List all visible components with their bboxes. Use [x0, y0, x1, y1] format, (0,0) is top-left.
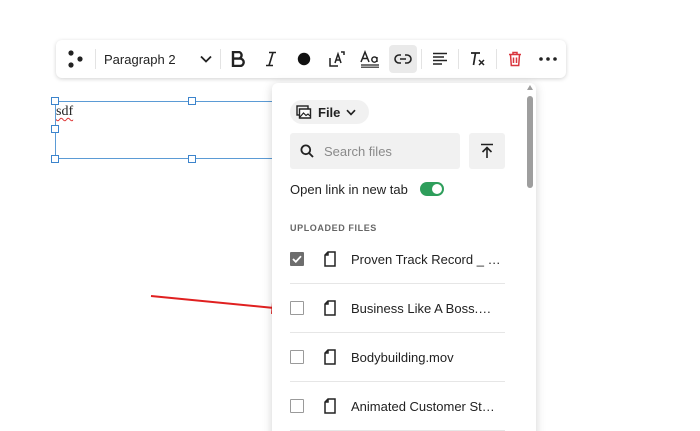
toolbar-divider: [220, 49, 221, 69]
clear-format-button[interactable]: [464, 45, 492, 73]
file-name: Business Like A Boss.mov: [351, 300, 501, 316]
file-name: Bodybuilding.mov: [351, 349, 454, 365]
toolbar-divider: [496, 49, 497, 69]
image-file-icon: [296, 105, 312, 119]
scrollbar-thumb[interactable]: [527, 96, 533, 188]
scroll-up-arrow-icon[interactable]: [527, 85, 533, 90]
search-input[interactable]: [324, 143, 444, 159]
uploaded-files-heading: UPLOADED FILES: [290, 223, 377, 233]
file-row[interactable]: Business Like A Boss.mov: [290, 284, 505, 333]
resize-handle[interactable]: [188, 155, 196, 163]
delete-button[interactable]: [501, 45, 529, 73]
panel-scrollbar[interactable]: [526, 85, 534, 425]
resize-handle[interactable]: [51, 155, 59, 163]
link-button[interactable]: [389, 45, 417, 73]
text-style-icon: [360, 50, 379, 68]
link-panel: File Open link in new tab UPLOADED FILES: [272, 83, 536, 431]
align-button[interactable]: [426, 45, 454, 73]
clear-format-icon: [471, 52, 485, 66]
document-icon: [324, 251, 336, 267]
link-icon: [394, 54, 412, 64]
align-icon: [433, 52, 447, 65]
ellipsis-icon: [539, 57, 557, 61]
paragraph-style-select[interactable]: Paragraph 2: [100, 45, 216, 73]
open-new-tab-label: Open link in new tab: [290, 181, 408, 197]
toolbar-divider: [95, 49, 96, 69]
file-checkbox[interactable]: [290, 301, 304, 315]
file-row[interactable]: Animated Customer Stori...: [290, 382, 505, 431]
file-row[interactable]: Bodybuilding.mov: [290, 333, 505, 382]
italic-icon: [266, 51, 276, 67]
document-icon: [324, 300, 336, 316]
file-name: Proven Track Record _ Si...: [351, 251, 501, 267]
bold-button[interactable]: [224, 45, 252, 73]
file-row[interactable]: Proven Track Record _ Si...: [290, 235, 505, 284]
more-dots-icon: [68, 50, 83, 68]
document-icon: [324, 349, 336, 365]
link-type-label: File: [318, 104, 341, 120]
text-size-icon: [329, 51, 345, 67]
italic-button[interactable]: [257, 45, 285, 73]
annotation-arrow-icon: [150, 295, 289, 314]
chevron-down-icon: [200, 55, 212, 63]
toolbar-divider: [458, 49, 459, 69]
upload-button[interactable]: [469, 133, 505, 169]
open-new-tab-row: Open link in new tab: [290, 180, 444, 198]
block-menu-button[interactable]: [62, 45, 90, 73]
chevron-down-icon: [346, 109, 357, 116]
document-icon: [324, 398, 336, 414]
resize-handle[interactable]: [51, 125, 59, 133]
checkmark-icon: [292, 255, 302, 263]
resize-handle[interactable]: [188, 97, 196, 105]
toolbar-divider: [421, 49, 422, 69]
open-new-tab-toggle[interactable]: [419, 182, 444, 196]
text-style-button[interactable]: [356, 45, 384, 73]
trash-icon: [509, 51, 521, 67]
file-checkbox[interactable]: [290, 350, 304, 364]
color-dot-icon: [297, 52, 311, 66]
text-color-button[interactable]: [290, 45, 318, 73]
upload-icon: [481, 143, 493, 158]
file-checkbox[interactable]: [290, 399, 304, 413]
file-checkbox[interactable]: [290, 252, 304, 266]
text-size-button[interactable]: [323, 45, 351, 73]
more-options-button[interactable]: [534, 45, 562, 73]
format-toolbar: Paragraph 2: [56, 40, 566, 78]
link-type-dropdown[interactable]: File: [290, 100, 369, 124]
paragraph-style-label: Paragraph 2: [104, 51, 176, 67]
text-box-content[interactable]: sdf: [56, 104, 73, 120]
file-name: Animated Customer Stori...: [351, 398, 501, 414]
selected-text-box[interactable]: [55, 101, 295, 159]
search-icon: [300, 144, 314, 158]
uploaded-files-list: Proven Track Record _ Si... Business Lik…: [290, 235, 505, 431]
search-box[interactable]: [290, 133, 460, 169]
bold-icon: [231, 51, 245, 67]
